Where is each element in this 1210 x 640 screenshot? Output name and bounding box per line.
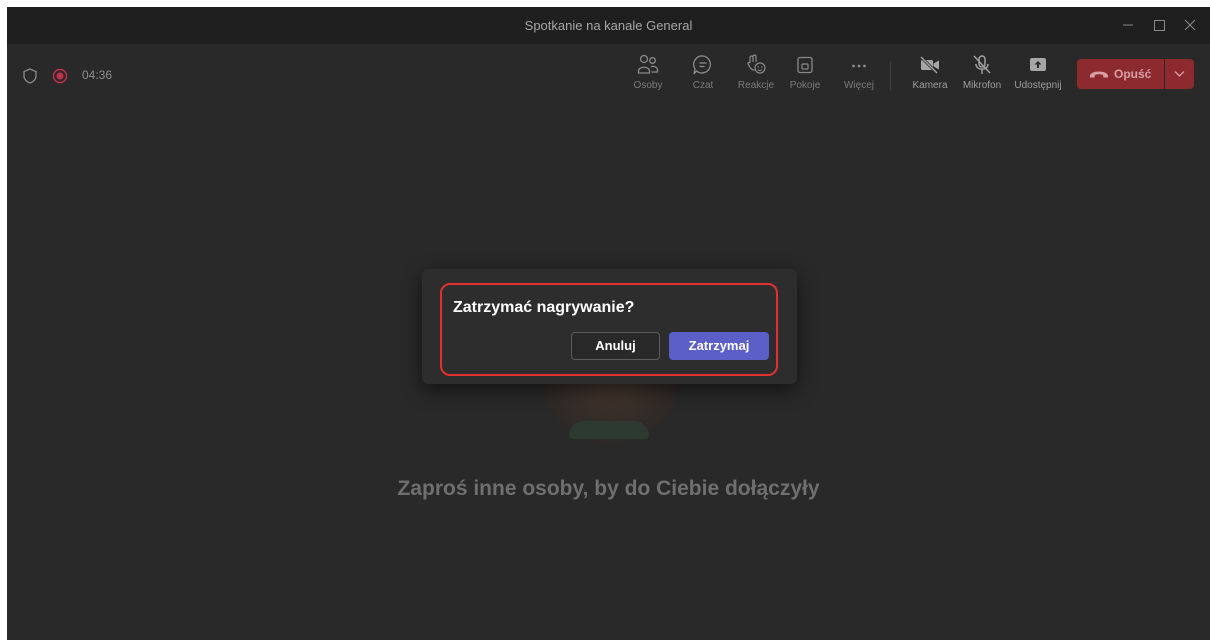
camera-label: Kamera: [912, 80, 948, 91]
share-label: Udostępnij: [1014, 80, 1062, 91]
more-icon: [852, 64, 866, 68]
rooms-label: Pokoje: [789, 80, 821, 91]
close-button[interactable]: [1179, 15, 1201, 35]
people-icon: [637, 54, 659, 74]
share-icon: [1030, 58, 1046, 71]
leave-label: Opuść: [1114, 67, 1152, 81]
chat-button[interactable]: Czat: [678, 54, 728, 98]
more-label: Więcej: [843, 80, 874, 91]
microphone-off-icon: [973, 55, 991, 74]
chevron-down-icon: [1174, 71, 1185, 77]
stop-recording-dialog: Zatrzymać nagrywanie? Anuluj Zatrzymaj: [422, 269, 797, 384]
teams-meeting-window: Spotkanie na kanale General 04:36 Osoby …: [7, 7, 1210, 640]
camera-off-icon: [919, 55, 939, 75]
reactions-icon: [747, 54, 766, 74]
invite-message: Zaproś inne osoby, by do Ciebie dołączył…: [397, 477, 820, 500]
phone-hangup-icon: [1090, 71, 1108, 78]
camera-button[interactable]: Kamera: [905, 54, 955, 98]
people-label: Osoby: [633, 80, 663, 91]
window-title: Spotkanie na kanale General: [524, 18, 693, 33]
leave-options-button[interactable]: [1165, 59, 1194, 89]
recording-icon: [52, 68, 68, 84]
people-button[interactable]: Osoby: [623, 54, 673, 98]
meeting-timer: 04:36: [82, 68, 113, 82]
highlight-outline: [440, 283, 778, 376]
title-bar: Spotkanie na kanale General: [7, 7, 1210, 44]
reactions-button[interactable]: Reakcje: [731, 54, 781, 98]
maximize-icon: [1154, 20, 1165, 31]
chat-icon: [693, 55, 712, 75]
avatar-collar: [569, 421, 649, 439]
minimize-icon: [1123, 24, 1133, 26]
microphone-label: Mikrofon: [962, 80, 1002, 91]
share-button[interactable]: Udostępnij: [1013, 54, 1063, 98]
rooms-button[interactable]: Pokoje: [780, 54, 830, 98]
close-icon: [1184, 19, 1196, 31]
rooms-icon: [797, 56, 813, 74]
meeting-controls-bar: 04:36 Osoby Czat Reakcje Pokoje Więcej K…: [7, 44, 1210, 102]
minimize-button[interactable]: [1117, 15, 1139, 35]
reactions-label: Reakcje: [737, 80, 775, 91]
more-button[interactable]: Więcej: [834, 54, 884, 98]
leave-button[interactable]: Opuść: [1077, 59, 1164, 89]
microphone-button[interactable]: Mikrofon: [957, 54, 1007, 98]
maximize-button[interactable]: [1148, 15, 1170, 35]
toolbar-divider: [890, 62, 891, 90]
shield-icon: [23, 68, 37, 84]
chat-label: Czat: [692, 80, 714, 91]
